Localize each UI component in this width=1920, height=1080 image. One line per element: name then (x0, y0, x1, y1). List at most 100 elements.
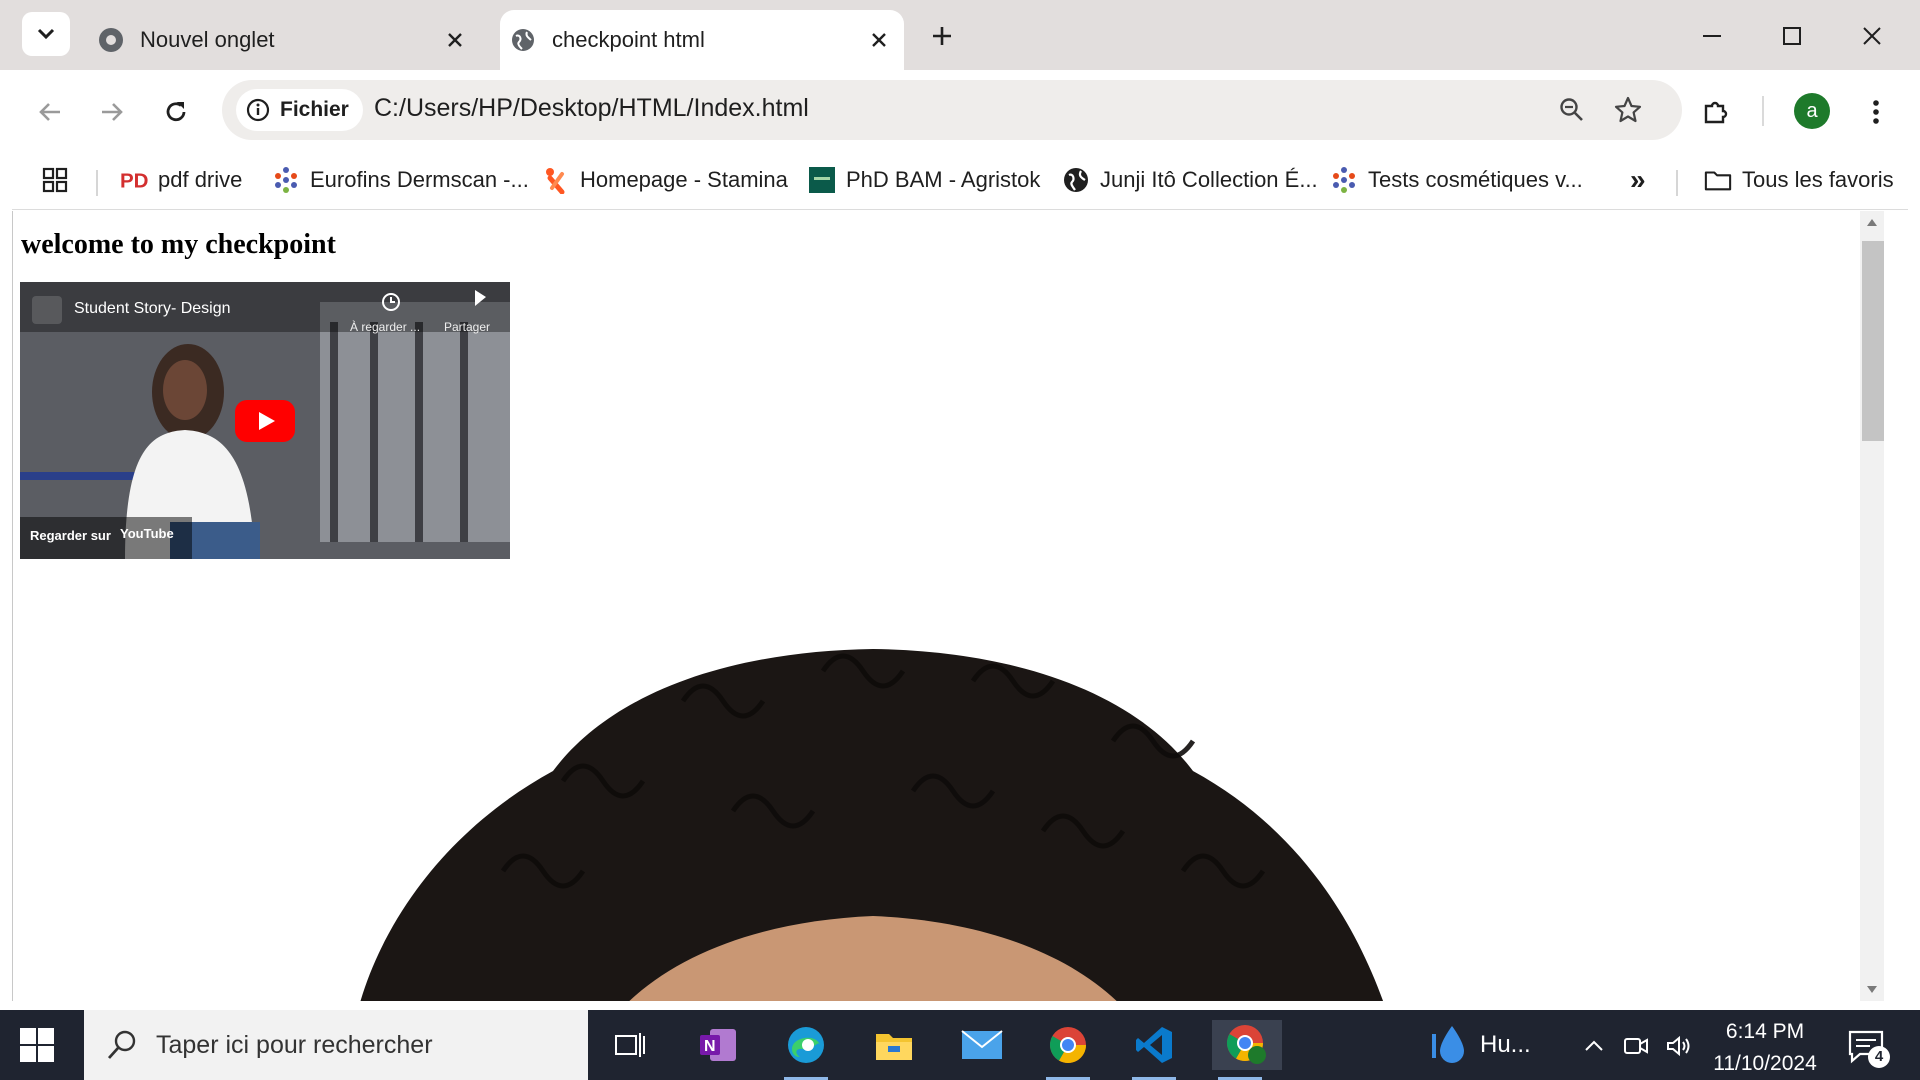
bookmark-pdf-drive[interactable]: PD pdf drive (120, 162, 242, 198)
page-viewport: welcome to my checkpoint Student Story- … (12, 211, 1884, 1001)
humidity-drop-icon (1432, 1026, 1464, 1063)
taskbar-search-input[interactable]: Taper ici pour rechercher (84, 1010, 588, 1080)
menu-button[interactable] (1854, 90, 1898, 134)
chrome-profile-icon (1226, 1025, 1266, 1064)
bookmark-agristok[interactable]: PhD BAM - Agristok (808, 162, 1040, 198)
site-info-chip[interactable]: Fichier (236, 89, 363, 131)
clock-time: 6:14 PM (1725, 1020, 1805, 1043)
bookmark-star-icon[interactable] (1610, 92, 1646, 128)
chrome-icon (98, 27, 124, 53)
maximize-button[interactable] (1768, 12, 1816, 60)
arrow-right-icon (102, 103, 123, 121)
folder-icon (876, 1034, 912, 1060)
task-view-button[interactable] (602, 1020, 658, 1070)
more-vertical-icon (1873, 100, 1879, 124)
youtube-video-embed[interactable]: Student Story- Design À regarder ... Par… (20, 282, 510, 559)
taskbar-file-explorer[interactable] (866, 1020, 922, 1070)
eurofins-icon (1330, 166, 1358, 194)
tab-title: Nouvel onglet (140, 27, 275, 52)
taskbar-edge[interactable] (778, 1020, 834, 1080)
notification-count-badge: 4 (1868, 1046, 1890, 1068)
agristok-icon (808, 166, 836, 194)
bookmark-junji-ito[interactable]: Junji Itô Collection É... (1062, 162, 1318, 198)
mail-icon (961, 1030, 1003, 1059)
new-tab-button[interactable] (922, 16, 962, 56)
hair-photo (360, 649, 1384, 1001)
play-icon[interactable] (235, 400, 295, 442)
extensions-button[interactable] (1694, 90, 1738, 134)
back-button[interactable] (28, 90, 72, 134)
watch-on-label[interactable]: Regarder sur (30, 528, 111, 543)
task-view-icon (615, 1033, 645, 1057)
bookmark-label: Junji Itô Collection É... (1100, 167, 1318, 192)
address-bar[interactable]: Fichier C:/Users/HP/Desktop/HTML/Index.h… (222, 80, 1682, 140)
bookmark-label: PhD BAM - Agristok (846, 167, 1041, 192)
clock-date: 11/10/2024 (1713, 1052, 1817, 1075)
bookmark-label: Eurofins Dermscan -... (310, 167, 529, 192)
zoom-icon[interactable] (1554, 92, 1590, 128)
globe-icon (510, 27, 536, 53)
bookmark-label: Homepage - Stamina (580, 167, 788, 192)
arrow-left-icon (39, 103, 60, 121)
taskbar-vscode[interactable] (1126, 1020, 1182, 1080)
bookmark-eurofins[interactable]: Eurofins Dermscan -... (272, 162, 529, 198)
folder-icon (1704, 166, 1732, 194)
bookmarks-overflow-button[interactable]: » (1630, 162, 1646, 198)
url-text[interactable]: C:/Users/HP/Desktop/HTML/Index.html (374, 94, 809, 123)
close-icon[interactable] (440, 25, 470, 55)
forward-button[interactable] (90, 90, 134, 134)
tray-chevron-up-icon[interactable] (1580, 1032, 1608, 1060)
weather-widget[interactable]: Hu... (1432, 1024, 1531, 1066)
tab-checkpoint-html[interactable]: checkpoint html (500, 10, 904, 70)
bookmarks-bar: PD pdf drive Eurofins Dermscan -... Home… (12, 152, 1908, 210)
search-icon (107, 1030, 136, 1059)
vscode-icon (1136, 1027, 1172, 1063)
close-icon[interactable] (864, 25, 894, 55)
taskbar-chrome[interactable] (1040, 1020, 1096, 1080)
taskbar-onenote[interactable]: N (690, 1020, 746, 1070)
toolbar-divider (1762, 96, 1764, 126)
scrollbar-thumb[interactable] (1862, 241, 1884, 441)
taskbar-mail[interactable] (954, 1020, 1010, 1070)
bookmark-tests-cosmetiques[interactable]: Tests cosmétiques v... (1330, 162, 1583, 198)
edge-icon (788, 1027, 824, 1063)
volume-icon[interactable] (1666, 1032, 1694, 1060)
page-scrollbar[interactable] (1860, 211, 1884, 1001)
apps-button[interactable] (42, 162, 68, 198)
close-window-button[interactable] (1848, 12, 1896, 60)
bookmark-stamina[interactable]: Homepage - Stamina (542, 162, 788, 198)
pdf-drive-icon: PD (120, 166, 148, 194)
all-bookmarks-button[interactable]: Tous les favoris (1704, 162, 1894, 198)
taskbar-chrome-profile[interactable] (1212, 1020, 1282, 1080)
profile-avatar[interactable]: a (1794, 93, 1830, 129)
meet-now-icon[interactable] (1622, 1032, 1650, 1060)
video-title[interactable]: Student Story- Design (74, 300, 231, 318)
tab-search-button[interactable] (22, 12, 70, 56)
bookmarks-divider (96, 170, 98, 196)
scroll-up-icon[interactable] (1866, 217, 1878, 227)
watch-later-button[interactable]: À regarder ... (350, 320, 420, 334)
reload-button[interactable] (154, 90, 198, 134)
onenote-icon: N (700, 1029, 736, 1061)
reload-icon (166, 102, 186, 122)
taskbar-search-placeholder: Taper ici pour rechercher (156, 1030, 433, 1059)
tab-new-tab[interactable]: Nouvel onglet (88, 10, 480, 70)
browser-titlebar: Nouvel onglet checkpoint html (0, 0, 1920, 70)
stamina-icon (542, 166, 570, 194)
globe-icon (1062, 166, 1090, 194)
apps-grid-icon (42, 167, 68, 193)
windows-start-icon[interactable] (18, 1026, 56, 1064)
taskbar-clock[interactable]: 6:14 PM 11/10/2024 (1700, 1016, 1830, 1080)
minimize-button[interactable] (1688, 12, 1736, 60)
svg-text:PD: PD (120, 169, 148, 192)
share-button[interactable]: Partager (444, 320, 490, 334)
bookmark-label: Tests cosmétiques v... (1368, 167, 1583, 192)
plus-icon (933, 27, 951, 45)
maximize-icon (1783, 27, 1801, 45)
eurofins-icon (272, 166, 300, 194)
scroll-down-icon[interactable] (1866, 985, 1878, 995)
bookmark-label: pdf drive (158, 167, 243, 192)
svg-text:N: N (704, 1038, 716, 1055)
youtube-logo-label[interactable]: YouTube (120, 526, 174, 541)
browser-toolbar: Fichier C:/Users/HP/Desktop/HTML/Index.h… (12, 70, 1908, 152)
